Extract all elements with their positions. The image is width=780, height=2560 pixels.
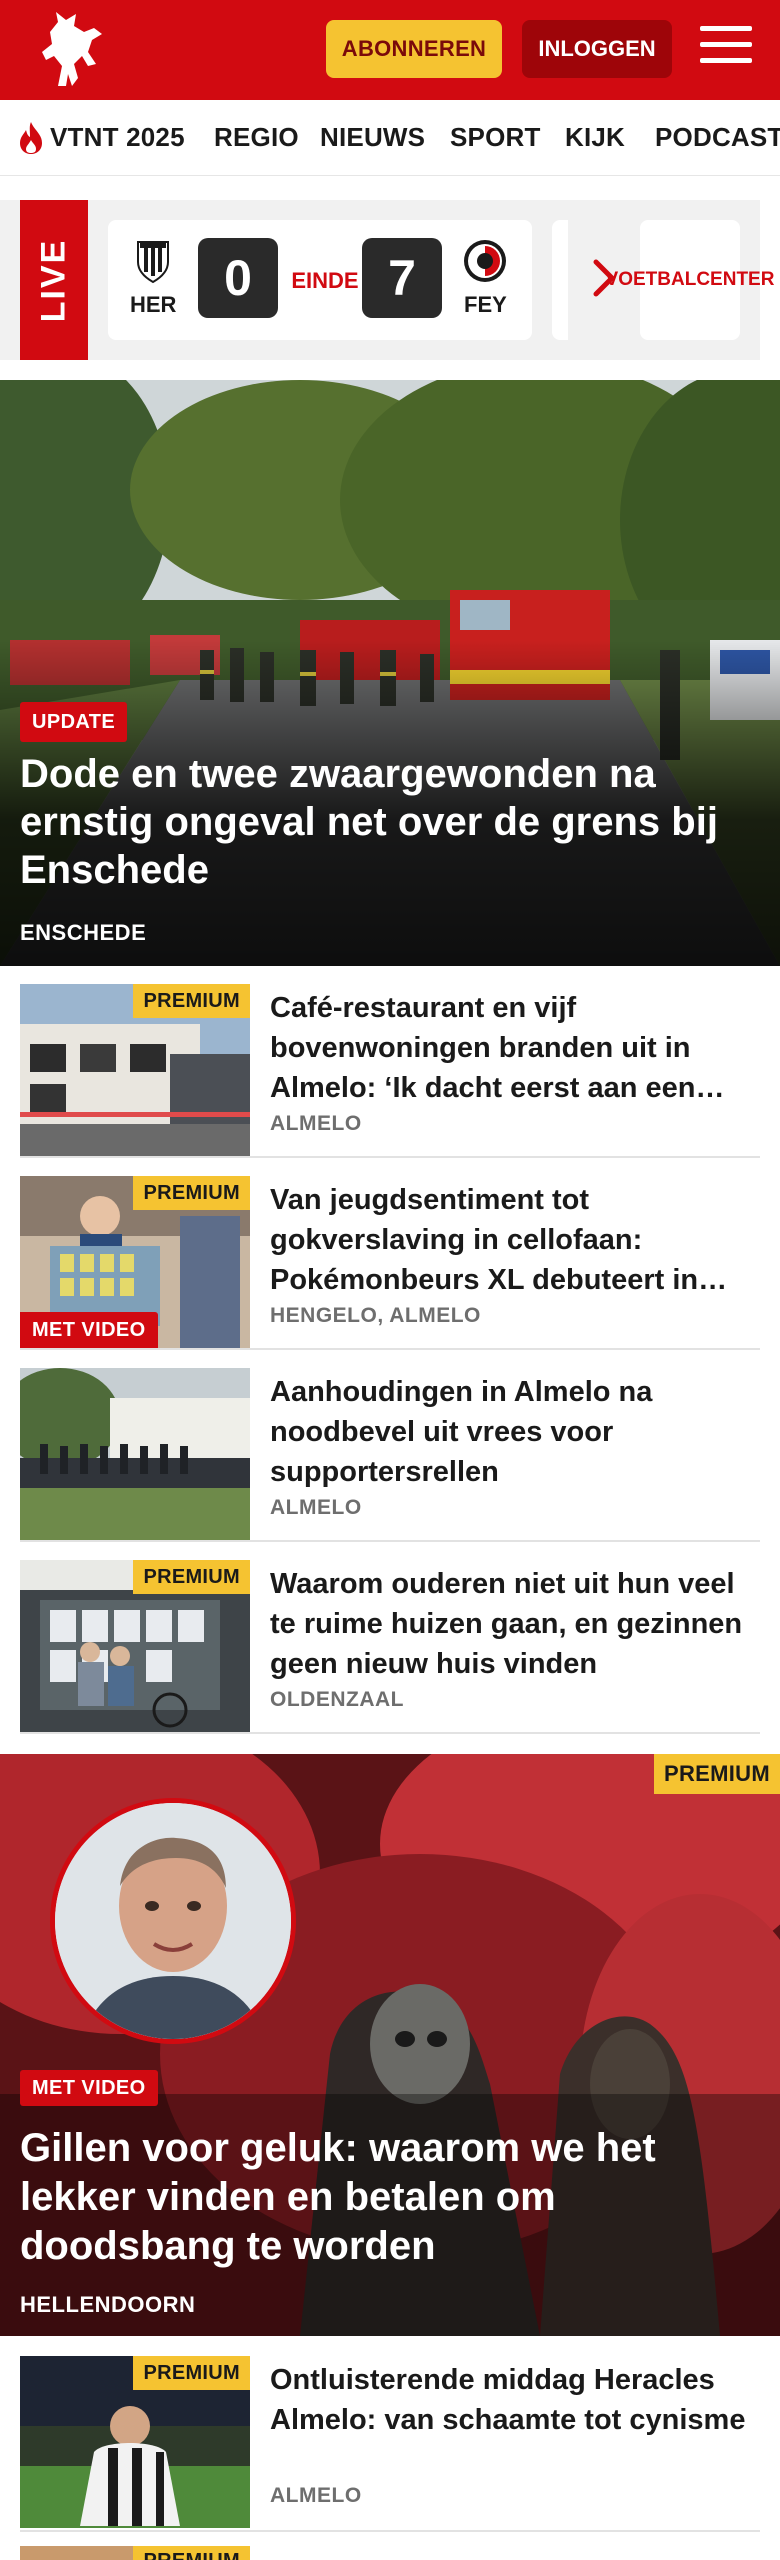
live-label: LIVE — [20, 200, 88, 360]
feyenoord-crest-icon — [464, 240, 506, 282]
match-status: EINDE — [291, 268, 359, 293]
home-score: 0 — [198, 238, 278, 318]
video-badge: MET VIDEO — [20, 2070, 158, 2106]
top-header: ABONNEREN INLOGGEN — [0, 0, 780, 100]
voetbalcenter-link[interactable]: VOETBAL CENTER — [606, 220, 774, 340]
flame-icon — [20, 122, 42, 154]
article-thumbnail: PREMIUM — [20, 2356, 250, 2528]
premium-badge: PREMIUM — [133, 1560, 250, 1594]
list-item[interactable]: PREMIUM — [20, 2532, 760, 2560]
away-score: 7 — [362, 238, 442, 318]
heracles-crest-icon — [137, 241, 169, 284]
nav-item-podcast[interactable]: PODCAST — [655, 122, 780, 153]
article-thumbnail: PREMIUM — [20, 1560, 250, 1732]
article-location: ALMELO — [270, 1496, 362, 1519]
article-location: ALMELO — [270, 2484, 362, 2507]
nav-item-nieuws[interactable]: NIEUWS — [320, 122, 425, 153]
next-match-card[interactable] — [552, 220, 568, 340]
premium-badge: PREMIUM — [133, 2356, 250, 2390]
premium-badge: PREMIUM — [133, 1176, 250, 1210]
article-location: ALMELO — [270, 1112, 362, 1135]
list-item[interactable]: PREMIUM Ontluisterende middag Heracles A… — [20, 2336, 760, 2532]
feature-location: HELLENDOORN — [20, 2292, 196, 2317]
article-title[interactable]: Ontluisterende middag Heracles Almelo: v… — [270, 2360, 750, 2440]
hamburger-icon[interactable] — [700, 26, 752, 70]
list-item[interactable]: PREMIUM Waarom ouderen niet uit hun veel… — [20, 1542, 760, 1734]
nav-item-vtnt[interactable]: VTNT 2025 — [50, 122, 185, 153]
feature-title[interactable]: Gillen voor geluk: waarom we het lekker … — [20, 2124, 760, 2271]
list-item[interactable]: Aanhoudingen in Almelo na noodbevel uit … — [20, 1350, 760, 1542]
away-team-code: FEY — [464, 292, 507, 317]
nav-item-regio[interactable]: REGIO — [214, 122, 299, 153]
login-button[interactable]: INLOGGEN — [522, 20, 672, 78]
nav-item-sport[interactable]: SPORT — [450, 122, 541, 153]
hero-title[interactable]: Dode en twee zwaargewonden na ernstig on… — [20, 750, 760, 894]
subscribe-button[interactable]: ABONNEREN — [326, 20, 502, 78]
article-title[interactable]: Café-restaurant en vijf bovenwoningen br… — [270, 988, 750, 1108]
premium-badge: PREMIUM — [133, 2546, 250, 2560]
match-card[interactable]: HER 0 EINDE 7 FEY — [108, 220, 532, 340]
main-navigation: VTNT 2025 REGIO NIEUWS SPORT KIJK PODCAS… — [0, 100, 780, 176]
article-location: OLDENZAAL — [270, 1688, 404, 1711]
article-title[interactable]: Van jeugdsentiment tot gokverslaving in … — [270, 1180, 750, 1300]
home-team-code: HER — [130, 292, 177, 317]
article-thumbnail — [20, 1368, 250, 1540]
article-location: HENGELO, ALMELO — [270, 1304, 481, 1327]
article-title[interactable]: Aanhoudingen in Almelo na noodbevel uit … — [270, 1372, 750, 1492]
feature-article[interactable]: PREMIUM MET VIDEO Gillen voor geluk: waa… — [0, 1754, 780, 2336]
video-badge: MET VIDEO — [20, 1312, 158, 1348]
list-item[interactable]: PREMIUM Café-restaurant en vijf bovenwon… — [20, 966, 760, 1158]
premium-badge: PREMIUM — [133, 984, 250, 1018]
list-item[interactable]: PREMIUM MET VIDEO Van jeugdsentiment tot… — [20, 1158, 760, 1350]
update-badge: UPDATE — [20, 702, 128, 742]
author-avatar — [50, 1798, 296, 2044]
article-title[interactable]: Waarom ouderen niet uit hun veel te ruim… — [270, 1564, 750, 1684]
article-thumbnail: PREMIUM — [20, 984, 250, 1156]
premium-badge: PREMIUM — [654, 1754, 780, 1794]
hero-location: ENSCHEDE — [20, 920, 147, 945]
article-thumbnail: PREMIUM — [20, 2546, 250, 2560]
hero-article[interactable]: UPDATE Dode en twee zwaargewonden na ern… — [0, 380, 780, 966]
tubantia-horse-logo[interactable] — [32, 8, 112, 92]
article-thumbnail: PREMIUM MET VIDEO — [20, 1176, 250, 1348]
nav-item-kijk[interactable]: KIJK — [565, 122, 625, 153]
live-scores-strip: LIVE HER 0 EINDE 7 FEY VOETBAL CENTER — [0, 200, 774, 360]
